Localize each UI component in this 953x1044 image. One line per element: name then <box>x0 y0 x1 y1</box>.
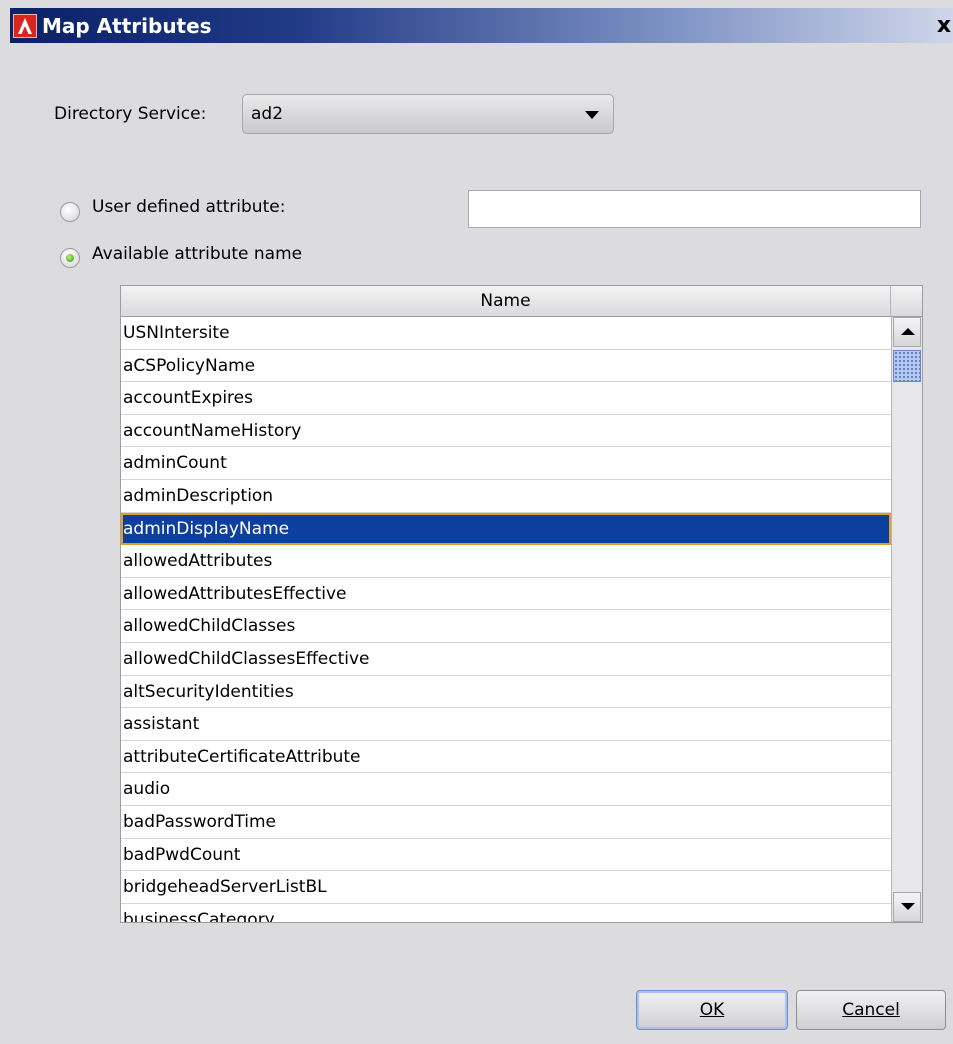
column-header-name[interactable]: Name <box>121 286 891 317</box>
scroll-down-button[interactable] <box>893 892 921 922</box>
table-row[interactable]: USNIntersite <box>121 317 891 350</box>
app-logo-icon <box>13 14 37 38</box>
table-row[interactable]: allowedChildClassesEffective <box>121 643 891 676</box>
attribute-table: Name USNIntersite aCSPolicyName accountExp… <box>120 285 923 923</box>
radio-selected-dot <box>66 254 74 262</box>
table-row[interactable]: audio <box>121 773 891 806</box>
available-attribute-label: Available attribute name <box>92 244 303 264</box>
map-attributes-dialog: Map Attributes x Directory Service: ad2 … <box>0 0 953 1044</box>
title-bar[interactable]: Map Attributes x <box>10 8 953 43</box>
directory-service-dropdown[interactable]: ad2 <box>242 94 614 134</box>
table-row[interactable]: allowedAttributesEffective <box>121 578 891 611</box>
directory-service-value: ad2 <box>251 104 284 124</box>
table-row[interactable]: adminDescription <box>121 480 891 513</box>
vertical-scrollbar[interactable] <box>891 317 922 922</box>
cancel-label: Cancel <box>842 1000 900 1020</box>
table-row[interactable]: badPasswordTime <box>121 806 891 839</box>
table-row[interactable]: badPwdCount <box>121 839 891 872</box>
header-corner <box>891 286 922 317</box>
directory-service-label: Directory Service: <box>54 104 207 124</box>
attribute-list: USNIntersite aCSPolicyName accountExpires a… <box>121 317 891 922</box>
table-row[interactable]: businessCategory <box>121 904 891 922</box>
table-row[interactable]: allowedAttributes <box>121 545 891 578</box>
table-row[interactable]: assistant <box>121 708 891 741</box>
user-defined-radio[interactable] <box>60 202 80 222</box>
close-icon: x <box>936 13 952 38</box>
table-row[interactable]: accountNameHistory <box>121 415 891 448</box>
cancel-button[interactable]: Cancel <box>796 990 946 1030</box>
dialog-title: Map Attributes <box>42 14 212 38</box>
table-row[interactable]: bridgeheadServerListBL <box>121 871 891 904</box>
arrow-down-icon <box>901 903 915 910</box>
available-attribute-radio[interactable] <box>60 248 80 268</box>
table-row[interactable]: accountExpires <box>121 382 891 415</box>
scroll-thumb[interactable] <box>893 350 921 382</box>
arrow-up-icon <box>901 328 915 335</box>
ok-label: OK <box>699 1000 725 1020</box>
table-row[interactable]: adminDisplayName <box>121 512 891 546</box>
user-defined-attribute-input[interactable] <box>468 190 921 228</box>
table-row[interactable]: attributeCertificateAttribute <box>121 741 891 774</box>
chevron-down-icon <box>585 111 599 119</box>
table-row[interactable]: aCSPolicyName <box>121 350 891 383</box>
table-row[interactable]: altSecurityIdentities <box>121 676 891 709</box>
user-defined-label: User defined attribute: <box>92 197 286 217</box>
close-button[interactable]: x <box>933 14 953 38</box>
scroll-up-button[interactable] <box>893 317 921 347</box>
table-row[interactable]: adminCount <box>121 447 891 480</box>
ok-button[interactable]: OK <box>636 990 788 1030</box>
table-row[interactable]: allowedChildClasses <box>121 610 891 643</box>
